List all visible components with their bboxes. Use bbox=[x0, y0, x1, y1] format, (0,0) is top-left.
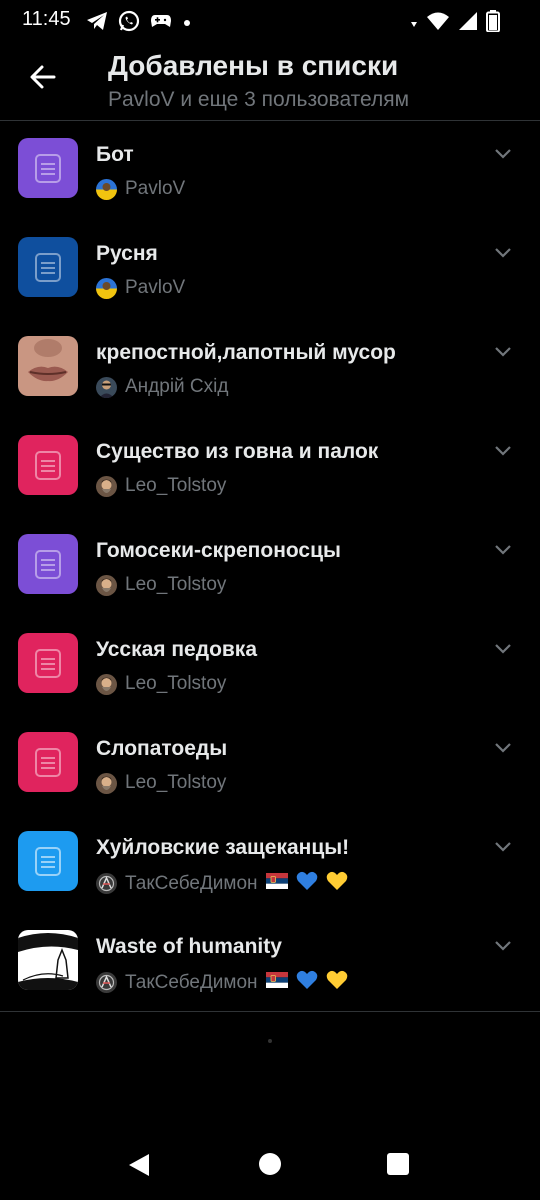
list-owner: Leo_Tolstoy bbox=[96, 574, 226, 596]
yellow-heart-icon bbox=[326, 970, 348, 995]
list-name: Русня bbox=[96, 242, 158, 265]
list-item[interactable]: Гомосеки-скрепоносцы Leo_Tolstoy bbox=[0, 517, 540, 616]
list-owner: PavloV bbox=[96, 277, 185, 299]
serbian-flag-icon bbox=[265, 873, 288, 894]
avatar-portrait bbox=[96, 673, 117, 695]
gamepad-icon bbox=[150, 13, 172, 34]
loading-dot bbox=[268, 1039, 272, 1043]
owner-name: ТакСебеДимон bbox=[125, 971, 258, 993]
list-owner: Андрій Схід bbox=[96, 376, 228, 398]
chevron-down-icon[interactable] bbox=[494, 444, 512, 456]
list-thumbnail bbox=[18, 732, 78, 792]
whatsapp-icon bbox=[118, 10, 140, 37]
avatar-ua bbox=[96, 178, 117, 200]
list-thumbnail-photo bbox=[18, 336, 78, 396]
list-thumbnail bbox=[18, 831, 78, 891]
list-item[interactable]: Бот PavloV bbox=[0, 121, 540, 220]
list-item[interactable]: Усская педовка Leo_Tolstoy bbox=[0, 616, 540, 715]
list-owner: Leo_Tolstoy bbox=[96, 772, 226, 794]
list-item[interactable]: Русня PavloV bbox=[0, 220, 540, 319]
chevron-down-icon[interactable] bbox=[494, 246, 512, 258]
back-arrow-icon[interactable] bbox=[26, 60, 60, 94]
list-thumbnail bbox=[18, 237, 78, 297]
system-nav-bar bbox=[0, 1128, 540, 1200]
avatar-figure bbox=[96, 972, 117, 993]
list-owner: ТакСебеДимон bbox=[96, 871, 348, 896]
list-name: Бот bbox=[96, 143, 134, 166]
chevron-down-icon[interactable] bbox=[494, 642, 512, 654]
avatar-portrait bbox=[96, 475, 117, 497]
list-owner: PavloV bbox=[96, 178, 185, 200]
list-item[interactable]: Хуйловские защеканцы! ТакСебеДимон bbox=[0, 814, 540, 913]
list-thumbnail bbox=[18, 534, 78, 594]
yellow-heart-icon bbox=[326, 871, 348, 896]
avatar-man bbox=[96, 376, 117, 398]
nav-back-icon[interactable] bbox=[127, 1152, 151, 1183]
avatar-ua bbox=[96, 277, 117, 299]
blue-heart-icon bbox=[296, 871, 318, 896]
dot-icon bbox=[182, 15, 192, 33]
list-name: Слопатоеды bbox=[96, 737, 228, 760]
avatar-portrait bbox=[96, 772, 117, 794]
list-owner: Leo_Tolstoy bbox=[96, 475, 226, 497]
serbian-flag-icon bbox=[265, 972, 288, 993]
owner-name: Leo_Tolstoy bbox=[125, 673, 227, 694]
nav-home-icon[interactable] bbox=[259, 1153, 281, 1175]
chevron-down-icon[interactable] bbox=[494, 741, 512, 753]
list-owner: Leo_Tolstoy bbox=[96, 673, 226, 695]
lists-container: Бот PavloV Русня PavloV крепостной,лапот… bbox=[0, 121, 540, 1012]
chevron-down-icon[interactable] bbox=[494, 543, 512, 555]
list-thumbnail bbox=[18, 138, 78, 198]
chevron-down-icon[interactable] bbox=[494, 939, 512, 951]
owner-name: Leo_Tolstoy bbox=[125, 475, 227, 496]
telegram-icon bbox=[86, 11, 108, 36]
data-arrows-icon bbox=[410, 14, 418, 33]
page-subtitle: PavloV и еще 3 пользователям bbox=[108, 88, 410, 111]
list-name: Усская педовка bbox=[96, 638, 257, 661]
list-divider bbox=[0, 1011, 540, 1012]
owner-name: Андрій Схід bbox=[125, 376, 229, 397]
list-thumbnail bbox=[18, 435, 78, 495]
chevron-down-icon[interactable] bbox=[494, 840, 512, 852]
list-item[interactable]: Слопатоеды Leo_Tolstoy bbox=[0, 715, 540, 814]
list-name: Существо из говна и палок bbox=[96, 440, 379, 463]
list-name: Waste of humanity bbox=[96, 935, 282, 958]
status-time: 11:45 bbox=[22, 8, 71, 30]
header: Добавлены в списки PavloV и еще 3 пользо… bbox=[0, 42, 540, 121]
list-owner: ТакСебеДимон bbox=[96, 970, 348, 995]
owner-name: ТакСебеДимон bbox=[125, 872, 258, 894]
status-bar: 11:45 bbox=[0, 0, 540, 42]
chevron-down-icon[interactable] bbox=[494, 147, 512, 159]
chevron-down-icon[interactable] bbox=[494, 345, 512, 357]
owner-name: PavloV bbox=[125, 277, 186, 298]
blue-heart-icon bbox=[296, 970, 318, 995]
battery-icon bbox=[486, 10, 500, 37]
list-item[interactable]: Существо из говна и палок Leo_Tolstoy bbox=[0, 418, 540, 517]
avatar-portrait bbox=[96, 574, 117, 596]
list-name: Гомосеки-скрепоносцы bbox=[96, 539, 341, 562]
owner-name: PavloV bbox=[125, 178, 186, 199]
list-item[interactable]: крепостной,лапотный мусор Андрій Схід bbox=[0, 319, 540, 418]
owner-name: Leo_Tolstoy bbox=[125, 574, 227, 595]
wifi-icon bbox=[426, 11, 450, 36]
avatar-figure bbox=[96, 873, 117, 894]
list-name: Хуйловские защеканцы! bbox=[96, 836, 350, 859]
list-name: крепостной,лапотный мусор bbox=[96, 341, 396, 364]
page-title: Добавлены в списки bbox=[108, 50, 399, 81]
list-item[interactable]: Waste of humanity ТакСебеДимон bbox=[0, 913, 540, 1012]
nav-recents-icon[interactable] bbox=[387, 1153, 409, 1175]
signal-icon bbox=[458, 11, 478, 36]
owner-name: Leo_Tolstoy bbox=[125, 772, 227, 793]
list-thumbnail bbox=[18, 633, 78, 693]
list-thumbnail-photo bbox=[18, 930, 78, 990]
